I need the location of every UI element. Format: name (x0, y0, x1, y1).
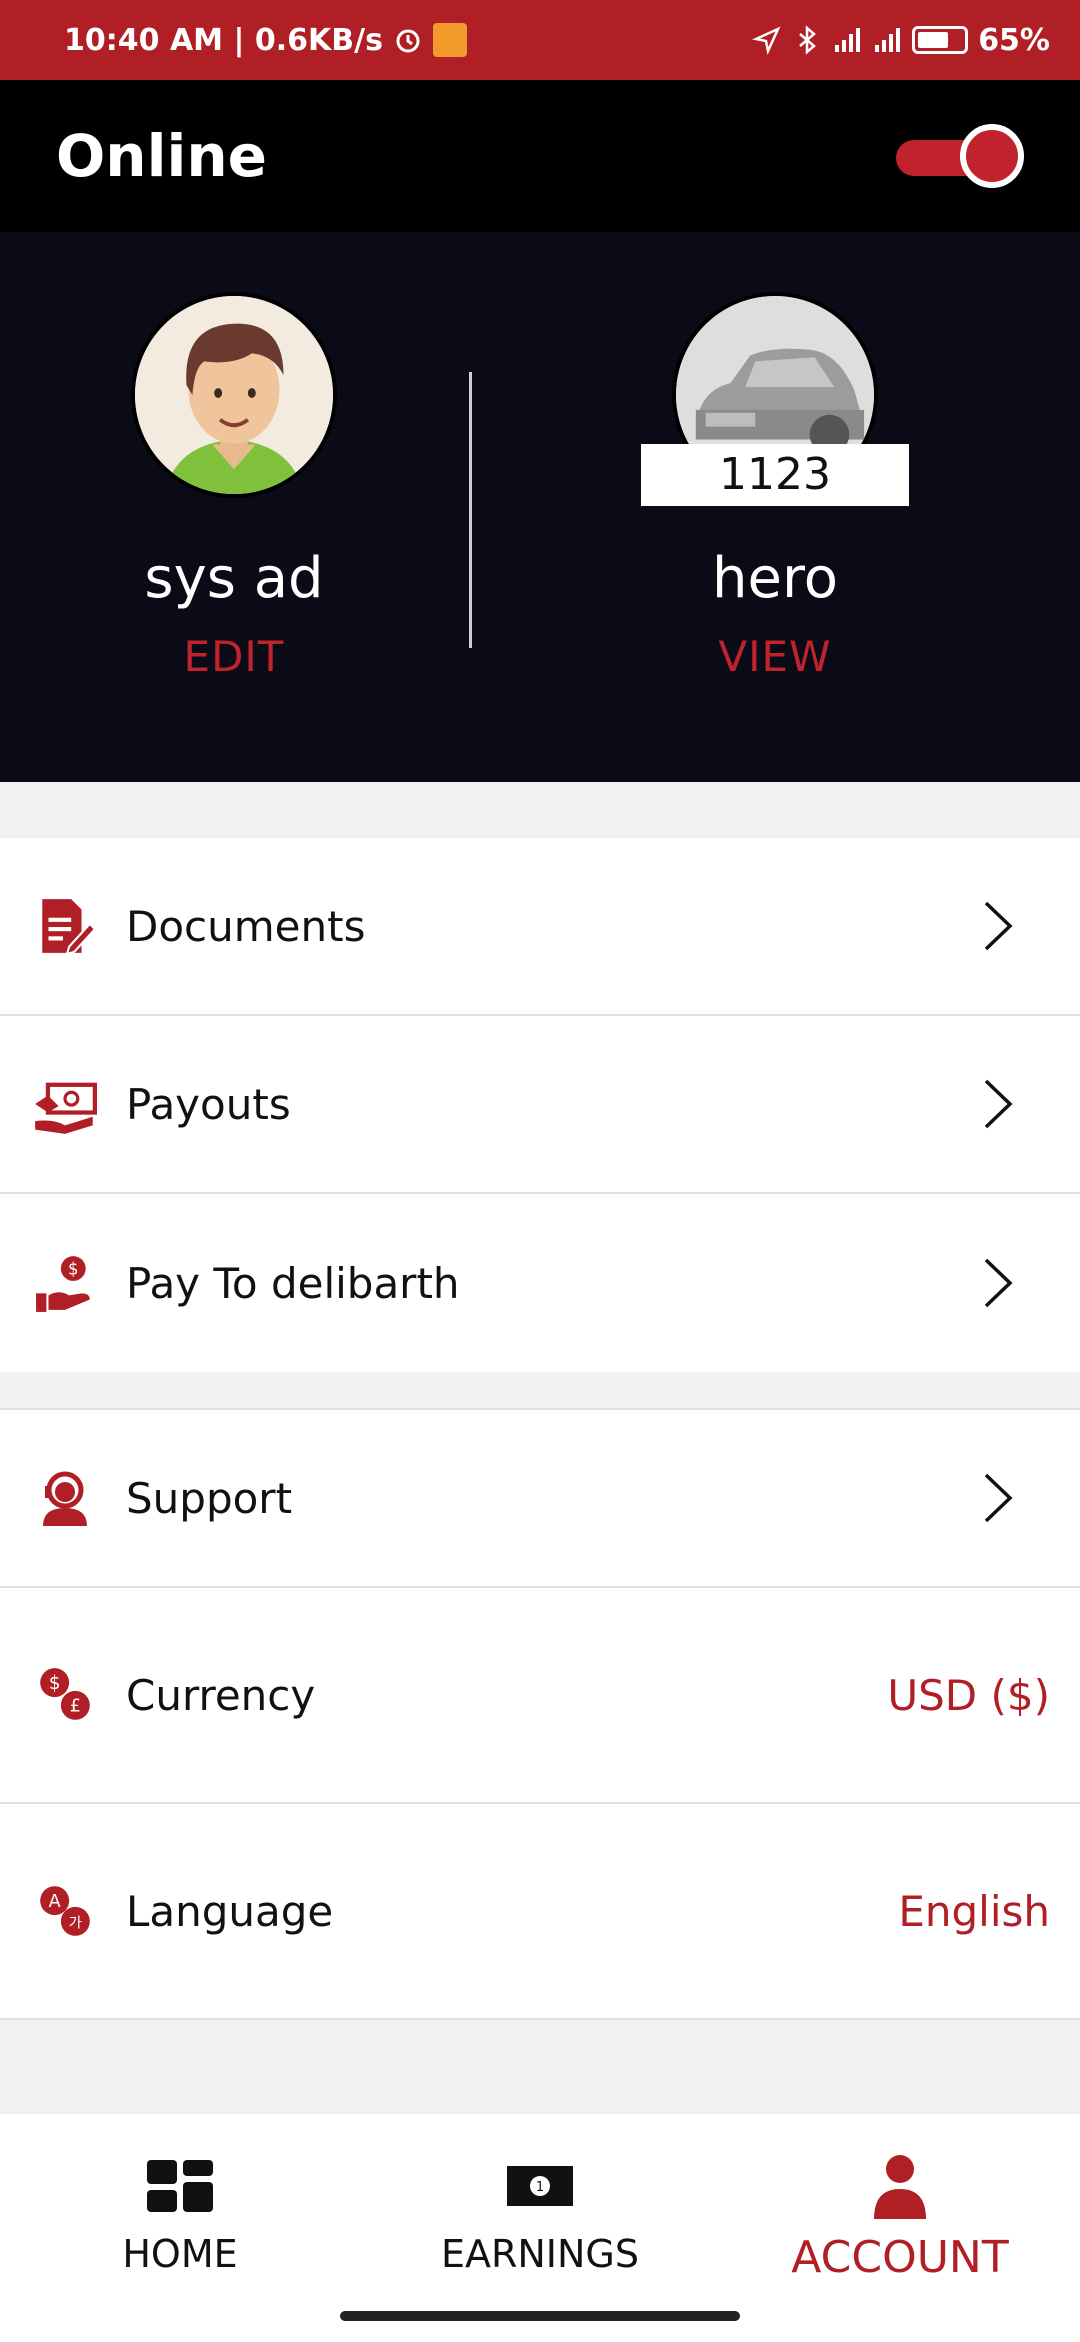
support-icon (30, 1463, 100, 1533)
nav-label: HOME (122, 2232, 238, 2276)
menu-group-secondary: Support $ £ Currency USD ($) A가 Language … (0, 1408, 1080, 2020)
menu-item-support[interactable]: Support (0, 1410, 1080, 1588)
edit-profile-link[interactable]: EDIT (84, 632, 384, 681)
status-bar: 10:40 AM | 0.6KB/s 65% (0, 0, 1080, 80)
toggle-knob (960, 124, 1024, 188)
nav-home[interactable]: HOME (0, 2154, 360, 2276)
pay-to-icon: $ (30, 1248, 100, 1318)
menu-item-payouts[interactable]: Payouts (0, 1016, 1080, 1194)
avatar[interactable] (131, 292, 337, 498)
home-grid-icon (147, 2160, 213, 2212)
user-name: sys ad (144, 546, 324, 611)
alarm-icon (396, 29, 420, 53)
menu-item-pay-to[interactable]: $ Pay To delibarth (0, 1194, 1080, 1372)
vehicle-name: hero (712, 546, 838, 611)
app-notification-icon (432, 23, 467, 57)
online-status-title: Online (56, 122, 267, 190)
language-icon: A가 (30, 1876, 100, 1946)
user-profile: sys ad EDIT (84, 292, 384, 681)
nav-account[interactable]: ACCOUNT (720, 2154, 1080, 2283)
menu-item-label: Support (126, 1473, 293, 1523)
status-time: 10:40 AM | 0.6KB/s (64, 22, 383, 58)
banknote-icon: 1 (507, 2166, 573, 2206)
profile-section: sys ad EDIT hero VIEW 1123 (0, 232, 1080, 782)
online-toggle[interactable] (896, 124, 1024, 188)
nav-earnings[interactable]: 1 EARNINGS (360, 2154, 720, 2276)
svg-text:$: $ (49, 1673, 61, 1694)
currency-value: USD ($) (887, 1670, 1050, 1720)
payouts-icon (30, 1069, 100, 1139)
location-icon (752, 26, 781, 55)
bottom-navigation: HOME 1 EARNINGS ACCOUNT (0, 2112, 1080, 2342)
signal-icon-2 (875, 28, 901, 52)
menu-item-documents[interactable]: Documents (0, 838, 1080, 1016)
svg-text:1: 1 (536, 2180, 544, 2195)
svg-text:$: $ (68, 1260, 79, 1279)
svg-text:가: 가 (69, 1915, 82, 1932)
language-value: English (898, 1886, 1050, 1936)
menu-item-label: Payouts (126, 1079, 291, 1129)
chevron-right-icon (984, 1473, 1013, 1523)
nav-label: ACCOUNT (791, 2232, 1009, 2283)
svg-text:A: A (49, 1892, 61, 1912)
battery-percent: 65% (978, 22, 1050, 58)
menu-item-label: Language (126, 1886, 334, 1936)
person-icon (874, 2155, 926, 2219)
gesture-home-bar[interactable] (340, 2311, 740, 2321)
view-vehicle-link[interactable]: VIEW (625, 632, 925, 681)
nav-label: EARNINGS (440, 2232, 640, 2276)
svg-text:£: £ (70, 1697, 81, 1717)
chevron-right-icon (984, 901, 1013, 951)
menu-item-currency[interactable]: $ £ Currency USD ($) (0, 1588, 1080, 1804)
profile-divider (469, 372, 472, 648)
menu-item-label: Currency (126, 1670, 316, 1720)
menu-item-language[interactable]: A가 Language English (0, 1804, 1080, 2020)
header: Online (0, 80, 1080, 232)
documents-icon (30, 891, 100, 961)
user-avatar-icon (135, 296, 333, 494)
currency-icon: $ £ (30, 1660, 100, 1730)
menu-item-label: Pay To delibarth (126, 1258, 460, 1308)
signal-icon (835, 28, 861, 52)
chevron-right-icon (984, 1258, 1013, 1308)
menu-item-label: Documents (126, 901, 366, 951)
chevron-right-icon (984, 1079, 1013, 1129)
license-plate: 1123 (641, 444, 909, 506)
bluetooth-icon (799, 25, 817, 55)
battery-icon (912, 26, 969, 54)
menu-group-primary: Documents Payouts $ Pay To delibarth (0, 838, 1080, 1372)
